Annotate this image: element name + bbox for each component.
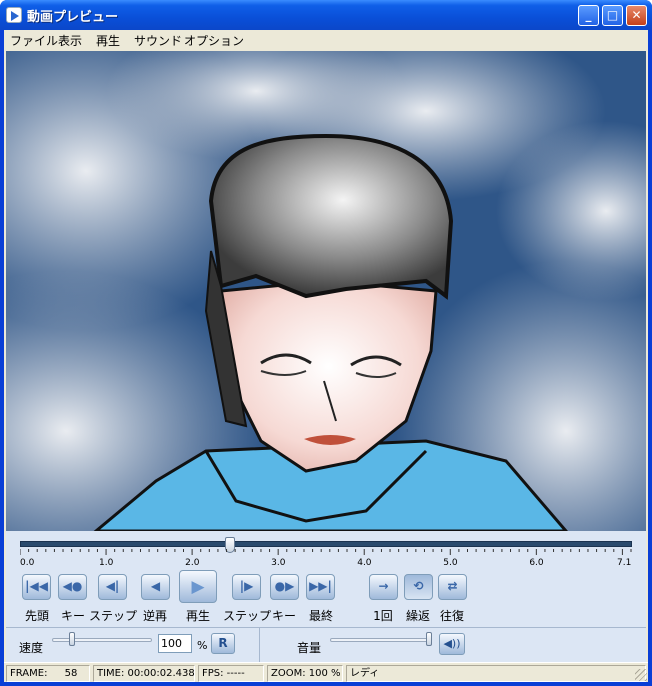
reverse-play-button[interactable]: ◀ xyxy=(141,574,170,600)
speed-label: 速度 xyxy=(19,641,44,655)
play-once-label: 1回 xyxy=(373,609,393,623)
status-fps: FPS: ----- xyxy=(198,665,264,682)
reverse-play-label: 逆再 xyxy=(142,609,167,623)
client-area: ファイル 表示 再生 サウンド オプション 0.0 1.0 2.0 3.0 4.… xyxy=(4,30,648,682)
reverse-play-icon: ◀ xyxy=(150,579,161,593)
next-key-button[interactable]: ●▶ xyxy=(270,574,299,600)
menu-options[interactable]: オプション xyxy=(184,32,244,49)
volume-label: 音量 xyxy=(297,641,322,655)
video-frame xyxy=(6,51,646,531)
step-forward-button[interactable]: |▶ xyxy=(232,574,261,600)
volume-slider-thumb[interactable] xyxy=(426,632,432,646)
status-bar: FRAME: 58 TIME: 00:00:02.438 FPS: ----- … xyxy=(4,662,648,682)
volume-slider-track[interactable] xyxy=(330,638,430,642)
ping-pong-icon: ⇄ xyxy=(447,579,458,593)
next-key-icon: ●▶ xyxy=(274,579,295,593)
previous-key-icon: ◀● xyxy=(62,579,83,593)
skip-to-start-icon: |◀◀ xyxy=(25,579,48,593)
status-state: レディ xyxy=(346,665,646,682)
skip-to-start-label: 先頭 xyxy=(24,609,49,623)
seek-tick-label: 4.0 xyxy=(357,558,372,568)
window-title: 動画プレビュー xyxy=(27,10,119,25)
seek-tick-label: 7.1 xyxy=(617,558,632,568)
skip-to-end-icon: ▶▶| xyxy=(309,579,332,593)
frame-label: FRAME: xyxy=(10,668,48,679)
app-window: 動画プレビュー _ □ ✕ ファイル 表示 再生 サウンド オプション 0.0 … xyxy=(0,0,652,686)
menu-play[interactable]: 再生 xyxy=(96,32,120,49)
menu-bar: ファイル 表示 再生 サウンド オプション xyxy=(4,30,648,50)
next-key-label: キー xyxy=(271,609,296,623)
app-icon xyxy=(6,7,22,23)
frame-value: 58 xyxy=(64,668,78,679)
seek-tick-label: 5.0 xyxy=(443,558,458,568)
seek-bar[interactable] xyxy=(20,541,632,547)
previous-key-button[interactable]: ◀● xyxy=(58,574,87,600)
title-bar[interactable]: 動画プレビュー _ □ ✕ xyxy=(0,0,652,30)
speed-slider-track[interactable] xyxy=(52,638,152,642)
volume-button[interactable]: ◀)) xyxy=(439,633,465,655)
menu-view[interactable]: 表示 xyxy=(58,32,82,49)
speed-slider-thumb[interactable] xyxy=(69,632,75,646)
step-back-label: ステップ xyxy=(88,609,137,623)
video-illustration xyxy=(6,51,646,531)
speed-input[interactable]: 100 xyxy=(158,634,192,653)
ping-pong-label: 往復 xyxy=(439,609,464,623)
repeat-label: 繰返 xyxy=(405,609,430,623)
play-button[interactable]: ▶ xyxy=(179,570,217,603)
repeat-icon: ⟲ xyxy=(413,579,424,593)
seek-tick-label: 6.0 xyxy=(529,558,544,568)
skip-to-start-button[interactable]: |◀◀ xyxy=(22,574,51,600)
controls-divider xyxy=(6,627,646,628)
close-button[interactable]: ✕ xyxy=(626,5,647,26)
speaker-icon: ◀)) xyxy=(443,637,461,650)
step-forward-icon: |▶ xyxy=(239,579,254,593)
step-forward-label: ステップ xyxy=(222,609,271,623)
status-zoom: ZOOM: 100 % xyxy=(267,665,343,682)
step-back-button[interactable]: ◀| xyxy=(98,574,127,600)
seek-ticks xyxy=(20,549,632,555)
resize-grip[interactable] xyxy=(635,669,647,681)
previous-key-label: キー xyxy=(60,609,85,623)
speed-unit: % xyxy=(197,639,208,652)
seek-tick-label: 3.0 xyxy=(271,558,286,568)
minimize-button[interactable]: _ xyxy=(578,5,599,26)
play-label: 再生 xyxy=(185,609,210,623)
repeat-button[interactable]: ⟲ xyxy=(404,574,433,600)
playback-controls: 0.0 1.0 2.0 3.0 4.0 5.0 6.0 7.1 |◀◀ ◀● ◀| ◀ ▶ |… xyxy=(6,531,646,662)
menu-sound[interactable]: サウンド xyxy=(134,32,182,49)
play-once-button[interactable]: → xyxy=(369,574,398,600)
speed-reset-button[interactable]: R xyxy=(211,633,235,654)
status-time: TIME: 00:00:02.438 xyxy=(93,665,195,682)
ping-pong-button[interactable]: ⇄ xyxy=(438,574,467,600)
status-frame: FRAME: 58 xyxy=(6,665,90,682)
skip-to-end-button[interactable]: ▶▶| xyxy=(306,574,335,600)
skip-to-end-label: 最終 xyxy=(308,609,333,623)
seek-tick-label: 1.0 xyxy=(99,558,114,568)
menu-file[interactable]: ファイル xyxy=(10,32,58,49)
seek-tick-label: 0.0 xyxy=(20,558,35,568)
maximize-button[interactable]: □ xyxy=(602,5,623,26)
section-separator xyxy=(259,628,260,662)
seek-tick-label: 2.0 xyxy=(185,558,200,568)
play-icon: ▶ xyxy=(191,577,205,597)
step-back-icon: ◀| xyxy=(105,579,120,593)
play-once-icon: → xyxy=(378,579,389,593)
